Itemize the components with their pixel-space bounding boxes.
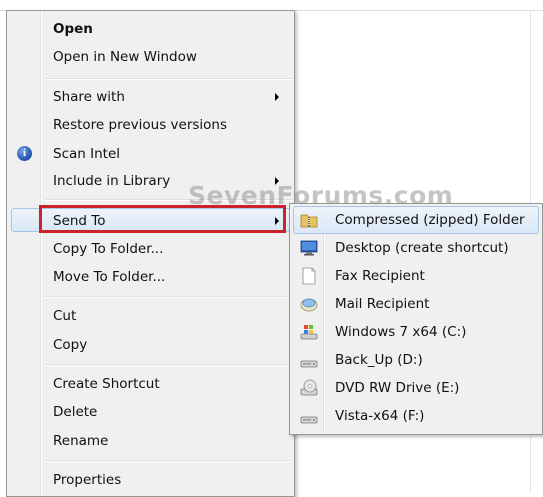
menu-item-copy[interactable]: Copy xyxy=(7,333,294,357)
menu-item-copy-to-folder[interactable]: Copy To Folder... xyxy=(7,237,294,261)
submenu-item-fax-recipient[interactable]: Fax Recipient xyxy=(290,262,542,290)
send-to-submenu: Compressed (zipped) Folder Desktop (crea… xyxy=(289,203,543,435)
menu-item-label: Open xyxy=(53,21,93,37)
mail-icon xyxy=(300,298,318,312)
submenu-arrow-icon xyxy=(275,177,279,185)
menu-item-label: Share with xyxy=(53,89,125,105)
menu-item-label: Cut xyxy=(53,308,77,324)
menu-separator xyxy=(45,78,293,80)
zip-folder-icon xyxy=(300,214,318,228)
menu-item-open-new-window[interactable]: Open in New Window xyxy=(7,45,294,69)
menu-item-delete[interactable]: Delete xyxy=(7,400,294,424)
menu-item-label: Create Shortcut xyxy=(53,376,160,392)
submenu-item-drive-c[interactable]: Windows 7 x64 (C:) xyxy=(290,318,542,346)
menu-item-label: Properties xyxy=(53,472,122,488)
menu-item-label: Copy To Folder... xyxy=(53,241,164,257)
submenu-item-desktop[interactable]: Desktop (create shortcut) xyxy=(290,234,542,262)
menu-item-restore-previous-versions[interactable]: Restore previous versions xyxy=(7,113,294,137)
fax-document-icon xyxy=(302,267,316,285)
submenu-item-dvd-drive[interactable]: DVD RW Drive (E:) xyxy=(290,374,542,402)
submenu-item-label: Windows 7 x64 (C:) xyxy=(335,324,467,340)
menu-item-label: Open in New Window xyxy=(53,49,197,65)
menu-item-open[interactable]: Open xyxy=(7,17,294,41)
submenu-item-label: Desktop (create shortcut) xyxy=(335,240,509,256)
desktop-icon xyxy=(300,240,318,256)
menu-item-include-in-library[interactable]: Include in Library xyxy=(7,169,294,193)
antivirus-info-icon: i xyxy=(17,146,32,161)
menu-item-label: Rename xyxy=(53,433,109,449)
menu-item-label: Include in Library xyxy=(53,173,171,189)
menu-item-label: Move To Folder... xyxy=(53,269,166,285)
submenu-arrow-icon xyxy=(275,93,279,101)
submenu-item-drive-d[interactable]: Back_Up (D:) xyxy=(290,346,542,374)
submenu-item-label: Compressed (zipped) Folder xyxy=(335,212,525,228)
hard-drive-icon xyxy=(300,360,318,368)
submenu-item-label: DVD RW Drive (E:) xyxy=(335,380,460,396)
submenu-item-label: Fax Recipient xyxy=(335,268,425,284)
send-to-highlight-outline xyxy=(39,205,286,233)
context-menu: Open Open in New Window Share with Resto… xyxy=(6,10,295,497)
submenu-item-compressed-folder[interactable]: Compressed (zipped) Folder xyxy=(293,206,539,234)
menu-item-move-to-folder[interactable]: Move To Folder... xyxy=(7,265,294,289)
menu-item-cut[interactable]: Cut xyxy=(7,304,294,328)
submenu-item-label: Mail Recipient xyxy=(335,296,430,312)
menu-separator xyxy=(45,296,293,298)
menu-separator xyxy=(45,364,293,366)
menu-separator xyxy=(45,199,293,201)
menu-item-label: Copy xyxy=(53,337,88,353)
hard-drive-icon xyxy=(300,416,318,424)
submenu-item-label: Back_Up (D:) xyxy=(335,352,423,368)
menu-item-share-with[interactable]: Share with xyxy=(7,85,294,109)
menu-item-create-shortcut[interactable]: Create Shortcut xyxy=(7,372,294,396)
submenu-item-label: Vista-x64 (F:) xyxy=(335,408,425,424)
dvd-drive-icon xyxy=(300,379,318,396)
menu-item-scan-intel[interactable]: i Scan Intel xyxy=(7,142,294,166)
menu-item-rename[interactable]: Rename xyxy=(7,429,294,453)
menu-separator xyxy=(45,460,293,462)
menu-item-label: Scan Intel xyxy=(53,146,120,162)
windows-drive-icon xyxy=(300,325,318,340)
submenu-item-mail-recipient[interactable]: Mail Recipient xyxy=(290,290,542,318)
menu-item-label: Restore previous versions xyxy=(53,117,228,133)
menu-item-properties[interactable]: Properties xyxy=(7,468,294,492)
menu-item-label: Delete xyxy=(53,404,98,420)
submenu-item-drive-f[interactable]: Vista-x64 (F:) xyxy=(290,402,542,430)
